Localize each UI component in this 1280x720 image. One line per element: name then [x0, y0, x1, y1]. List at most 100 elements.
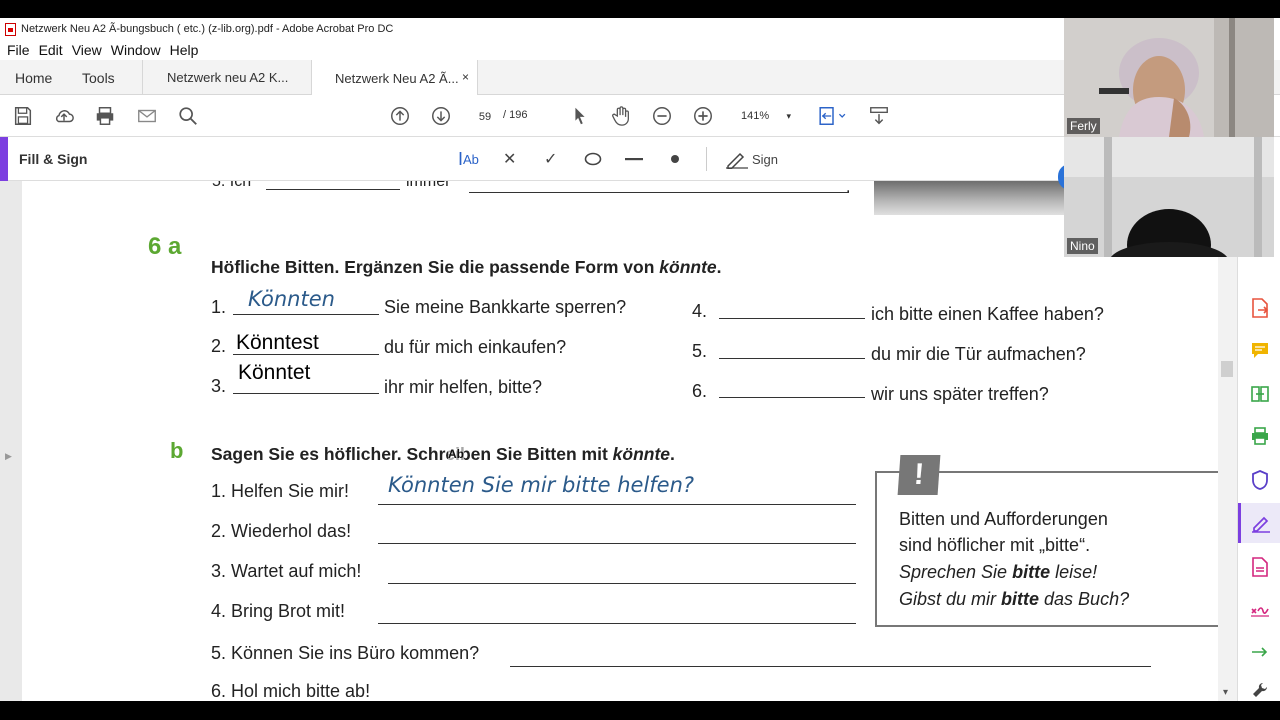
scrollbar-thumb[interactable]: [1221, 361, 1233, 377]
document-view[interactable]: ▶ 5. Ich immer . 6 a Höfliche Bitten. Er…: [0, 181, 1237, 701]
info-example-text: Sprechen Sie: [899, 562, 1013, 582]
vertical-scrollbar[interactable]: ▾: [1218, 181, 1237, 701]
heading-text: Höfliche Bitten. Ergänzen Sie die passen…: [211, 257, 660, 277]
answer-line: [469, 192, 849, 193]
item-b-text: 2. Wiederhol das!: [211, 521, 352, 541]
cloud-upload-icon[interactable]: [52, 104, 76, 128]
left-panel-toggle-icon[interactable]: ▶: [5, 451, 12, 462]
answer-line: [233, 314, 379, 315]
tab-close-icon[interactable]: ×: [462, 70, 469, 84]
send-arrow-icon[interactable]: [1247, 639, 1273, 665]
print-icon[interactable]: [93, 104, 117, 128]
request-signature-icon[interactable]: [1247, 596, 1273, 622]
menu-edit[interactable]: Edit: [39, 42, 63, 58]
answer-line: [719, 318, 865, 319]
participant-name: Ferly: [1067, 118, 1100, 134]
select-cursor-icon[interactable]: [568, 104, 592, 128]
answer-line: [510, 666, 1151, 667]
zoom-out-icon[interactable]: [650, 104, 674, 128]
scroll-mode-icon[interactable]: [867, 104, 891, 128]
answer-handwritten[interactable]: Könnten: [248, 287, 335, 311]
item-text: ich bitte einen Kaffee haben?: [871, 304, 1104, 324]
toolbar-divider: [706, 147, 707, 171]
fill-sign-accent: [0, 137, 8, 181]
check-mark-tool[interactable]: ✓: [544, 149, 557, 169]
item-number: 1.: [211, 297, 227, 317]
screen: Netzwerk Neu A2 Ã-bungsbuch ( etc.) (z-l…: [0, 0, 1280, 720]
item-b-text: 3. Wartet auf mich!: [211, 561, 362, 581]
heading-keyword: könnte: [659, 257, 717, 277]
info-line: sind höflicher mit „bitte“.: [899, 535, 1091, 555]
participant-video-2[interactable]: Nino: [1064, 137, 1274, 257]
tab-document-2[interactable]: Netzwerk Neu A2 Ã... ×: [311, 60, 478, 96]
email-icon[interactable]: [135, 104, 159, 128]
circle-tool[interactable]: [584, 149, 602, 169]
item-b-text: 5. Können Sie ins Büro kommen?: [211, 643, 480, 663]
page-number-input[interactable]: 59: [470, 105, 500, 127]
previous-page-icon[interactable]: [388, 104, 412, 128]
tab-document-2-label: Netzwerk Neu A2 Ã...: [335, 70, 459, 86]
pen-sign-icon: [726, 152, 748, 169]
page-total: / 196: [503, 109, 528, 121]
tab-document-1[interactable]: Netzwerk neu A2 K...: [142, 60, 310, 95]
line-tool[interactable]: [625, 149, 643, 169]
tools-wrench-icon[interactable]: [1247, 677, 1273, 701]
info-example-text: Gibst du mir: [899, 589, 1002, 609]
add-text-tool[interactable]: I Ab: [458, 149, 479, 169]
info-example-keyword: bitte: [1012, 562, 1051, 582]
organize-pages-icon[interactable]: [1247, 381, 1273, 407]
answer-line: [378, 543, 856, 544]
export-pdf-icon[interactable]: [1247, 295, 1273, 321]
answer-typed-field[interactable]: Könntet: [238, 361, 310, 385]
zoom-level-select[interactable]: 141% ▾: [732, 105, 796, 127]
page-fit-icon[interactable]: [816, 104, 850, 128]
item-number: 6.: [692, 381, 708, 401]
pdf-file-icon: [5, 22, 16, 36]
menu-window[interactable]: Window: [111, 42, 161, 58]
info-line: Bitten und Aufforderungen: [899, 509, 1108, 529]
heading-end: .: [670, 444, 675, 464]
answer-line: [388, 583, 856, 584]
scroll-down-icon[interactable]: ▾: [1223, 687, 1228, 698]
answer-handwritten[interactable]: Könnten Sie mir bitte helfen?: [388, 473, 694, 497]
previous-line-start: 5. Ich: [212, 181, 252, 190]
print-production-icon[interactable]: [1247, 423, 1273, 449]
menu-file[interactable]: File: [7, 42, 30, 58]
answer-typed-field[interactable]: Könntest: [236, 331, 319, 355]
zoom-in-icon[interactable]: [691, 104, 715, 128]
exercise-letter: b: [170, 438, 184, 463]
item-text: ihr mir helfen, bitte?: [384, 377, 543, 397]
create-pdf-icon[interactable]: [1247, 554, 1273, 580]
info-box: ! Bitten und Aufforderungen sind höflich…: [875, 455, 1218, 627]
window-title: Netzwerk Neu A2 Ã-bungsbuch ( etc.) (z-l…: [21, 23, 394, 35]
pdf-page: 5. Ich immer . 6 a Höfliche Bitten. Ergä…: [22, 181, 1218, 701]
save-icon[interactable]: [11, 104, 35, 128]
item-b-text: 1. Helfen Sie mir!: [211, 481, 350, 501]
sign-label: Sign: [752, 151, 779, 167]
fill-sign-title: Fill & Sign: [19, 151, 88, 167]
participant-video-1[interactable]: Ferly: [1064, 18, 1274, 137]
exclamation-icon: !: [897, 455, 941, 495]
hand-tool-icon[interactable]: [609, 104, 633, 128]
zoom-level-value: 141%: [741, 110, 770, 122]
menu-help[interactable]: Help: [170, 42, 199, 58]
search-icon[interactable]: [176, 104, 200, 128]
item-text: Sie meine Bankkarte sperren?: [384, 297, 627, 317]
comment-icon[interactable]: [1247, 337, 1273, 363]
cross-mark-tool[interactable]: ✕: [503, 149, 516, 169]
menu-view[interactable]: View: [72, 42, 102, 58]
exercise-b-heading: Sagen Sie es höflicher. Schreiben Sie Bi…: [211, 444, 675, 465]
dot-tool[interactable]: [670, 149, 680, 169]
protect-shield-icon[interactable]: [1247, 467, 1273, 493]
next-page-icon[interactable]: [429, 104, 453, 128]
answer-line: [719, 358, 865, 359]
item-number: 3.: [211, 376, 227, 396]
previous-line-end: .: [846, 181, 851, 196]
item-text: du mir die Tür aufmachen?: [871, 344, 1086, 364]
info-example-end: leise!: [1050, 562, 1098, 582]
text-tool-cursor: Ab: [448, 447, 464, 461]
sign-button[interactable]: Sign: [725, 149, 778, 169]
fill-sign-tool-icon[interactable]: [1238, 503, 1280, 543]
tab-tools[interactable]: Tools: [82, 60, 115, 95]
tab-home[interactable]: Home: [15, 60, 52, 95]
